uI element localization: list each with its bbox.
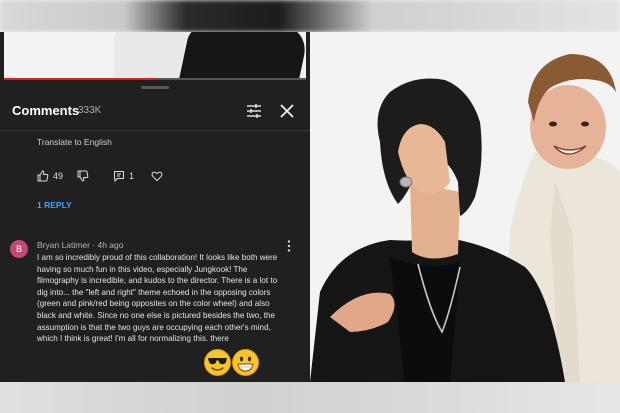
like-count: 49	[53, 171, 64, 181]
thumb-down-icon	[77, 170, 89, 182]
dislike-button[interactable]	[77, 170, 89, 182]
comments-panel: Comments 333K Translate to English 49 1 …	[0, 32, 310, 382]
avatar[interactable]: B	[10, 240, 28, 258]
replies-link[interactable]: 1 REPLY	[37, 200, 72, 210]
comment-text: I am so incredibly proud of this collabo…	[37, 253, 278, 344]
top-blurred-strip	[0, 0, 620, 32]
comments-count: 333K	[78, 105, 102, 116]
video-still-photo	[310, 32, 620, 382]
comment-author[interactable]: Bryan Latimer	[37, 240, 90, 250]
video-thumbnail[interactable]	[4, 32, 306, 80]
thumb-up-icon	[37, 170, 49, 182]
translate-link[interactable]: Translate to English	[37, 137, 112, 147]
video-progress-bar[interactable]	[4, 78, 306, 80]
comments-title: Comments	[12, 103, 80, 118]
comments-header: Comments 333K	[0, 94, 310, 128]
like-button[interactable]: 49	[37, 170, 63, 182]
video-figure-black	[177, 32, 306, 80]
reply-icon	[114, 171, 124, 182]
photo-illustration	[310, 32, 620, 382]
drag-handle[interactable]	[141, 86, 169, 89]
comment-author-line: Bryan Latimer · 4h ago	[37, 240, 124, 250]
sunglasses-emoji	[204, 349, 231, 376]
more-vert-icon[interactable]	[286, 239, 292, 253]
reply-button[interactable]: 1	[113, 170, 134, 182]
bottom-strip	[0, 382, 620, 413]
grin-emoji	[232, 349, 259, 376]
video-progress-fill	[4, 78, 155, 80]
close-icon[interactable]	[278, 102, 296, 120]
header-divider	[0, 130, 310, 131]
filter-icon[interactable]	[245, 102, 263, 120]
heart-button[interactable]	[151, 170, 163, 182]
heart-icon	[151, 171, 163, 182]
reply-count: 1	[129, 171, 135, 181]
comment-time: 4h ago	[97, 240, 124, 250]
